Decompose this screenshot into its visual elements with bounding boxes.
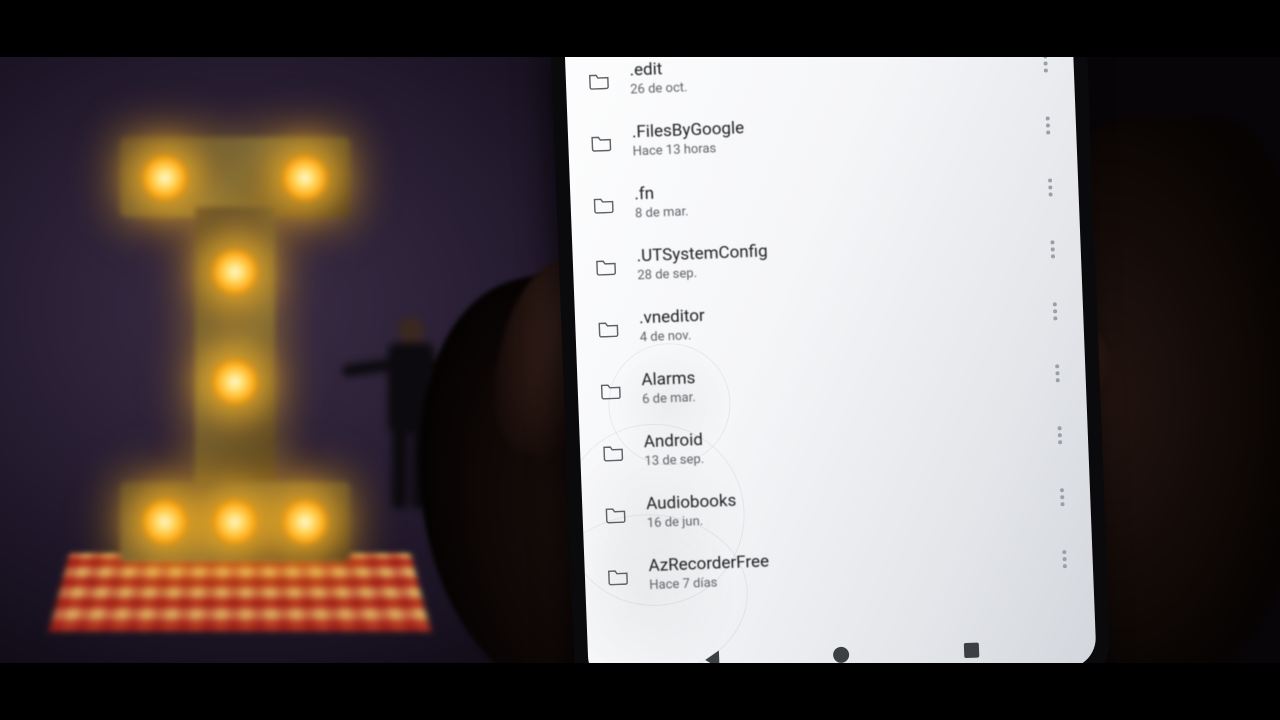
folder-icon [592, 195, 615, 214]
folder-icon [607, 567, 630, 586]
folder-icon [595, 257, 618, 276]
nav-home-icon[interactable] [833, 647, 850, 663]
nav-back-icon[interactable] [705, 651, 720, 663]
folder-icon [590, 133, 613, 152]
folder-icon [597, 319, 620, 338]
more-icon[interactable] [1047, 361, 1068, 386]
more-icon[interactable] [1035, 57, 1056, 76]
folder-icon [604, 505, 627, 524]
phone-device: .edit26 de oct. .FilesByGoogleHace 13 ho… [551, 57, 1112, 663]
phone-screen: .edit26 de oct. .FilesByGoogleHace 13 ho… [565, 57, 1097, 663]
marquee-letter-i [120, 137, 350, 557]
more-icon[interactable] [1052, 485, 1073, 510]
nav-recents-icon[interactable] [964, 642, 980, 658]
tablecloth [49, 553, 430, 631]
folder-icon [588, 71, 611, 90]
more-icon[interactable] [1049, 423, 1070, 448]
letterbox-top [0, 0, 1280, 57]
photo-frame: .edit26 de oct. .FilesByGoogleHace 13 ho… [0, 57, 1280, 663]
more-icon[interactable] [1040, 175, 1061, 200]
more-icon[interactable] [1038, 113, 1059, 138]
folder-icon [602, 443, 625, 462]
more-icon[interactable] [1042, 237, 1063, 262]
file-list[interactable]: .edit26 de oct. .FilesByGoogleHace 13 ho… [565, 57, 1095, 643]
folder-icon [599, 381, 622, 400]
more-icon[interactable] [1045, 299, 1066, 324]
more-icon[interactable] [1054, 547, 1075, 572]
letterbox-bottom [0, 663, 1280, 720]
